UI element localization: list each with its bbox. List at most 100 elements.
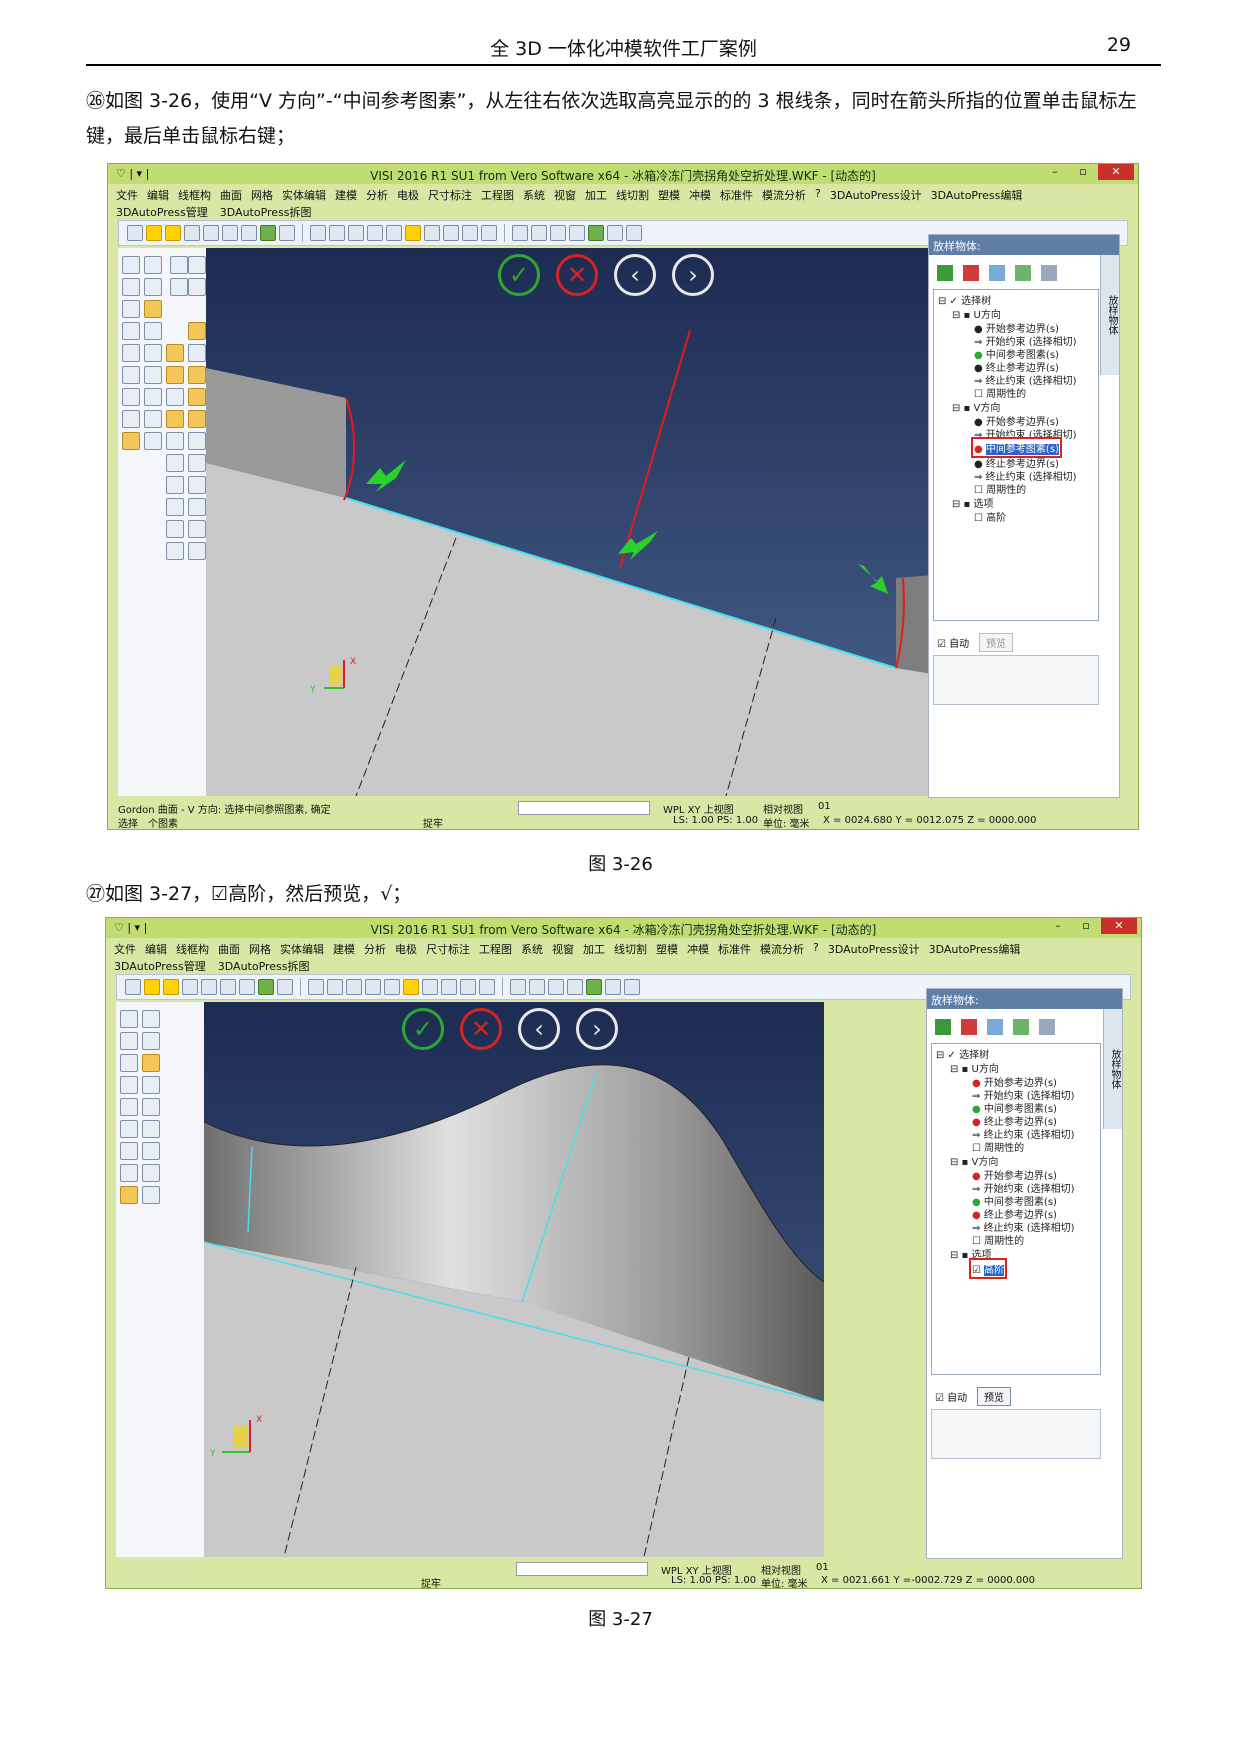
transform-icon[interactable]	[142, 1032, 160, 1050]
menu-item[interactable]: 网格	[251, 187, 273, 203]
menu-item[interactable]: 系统	[523, 187, 545, 203]
plane-icon[interactable]	[142, 1098, 160, 1116]
minimize-icon[interactable]: –	[1042, 164, 1068, 180]
tree-item[interactable]: ☐ 周期性的	[974, 385, 1026, 400]
mould-tool-icon[interactable]	[529, 979, 545, 995]
mesh-icon[interactable]	[188, 476, 206, 494]
rotate-icon[interactable]	[142, 1076, 160, 1094]
menu-item[interactable]: 线框构	[178, 187, 211, 203]
cancel-button[interactable]: ✕	[556, 254, 598, 296]
check-icon[interactable]	[144, 300, 162, 318]
menu-item[interactable]: 编辑	[147, 187, 169, 203]
erase-icon[interactable]	[142, 1010, 160, 1028]
window-icon[interactable]	[279, 225, 295, 241]
cylinder-view-icon[interactable]	[367, 225, 383, 241]
menu-item[interactable]: 电极	[395, 941, 417, 957]
mould-tool-icon[interactable]	[550, 225, 566, 241]
tree-v-direction[interactable]: ⊟ ▪ V方向	[952, 399, 1000, 414]
menu-item[interactable]: 冲模	[689, 187, 711, 203]
mould-tool-icon[interactable]	[624, 979, 640, 995]
back-button[interactable]: ‹	[518, 1008, 560, 1050]
cancel-button[interactable]: ✕	[460, 1008, 502, 1050]
menu-item[interactable]: 模流分析	[760, 941, 804, 957]
mould-tool-icon[interactable]	[586, 979, 602, 995]
cycle-icon[interactable]	[122, 366, 140, 384]
refresh-view-icon[interactable]	[308, 979, 324, 995]
options-icon[interactable]	[1039, 1019, 1055, 1035]
back-button[interactable]: ‹	[614, 254, 656, 296]
menu-item[interactable]: 冲模	[687, 941, 709, 957]
auto-checkbox[interactable]: ☑ 自动	[937, 635, 969, 650]
select-icon[interactable]	[120, 1054, 138, 1072]
menu-item[interactable]: 尺寸标注	[426, 941, 470, 957]
menu-item[interactable]: 3DAutoPress设计	[830, 187, 922, 203]
select-icon[interactable]	[122, 300, 140, 318]
unfold-icon[interactable]	[166, 542, 184, 560]
menu-item[interactable]: 线框构	[176, 941, 209, 957]
tree-options[interactable]: ⊟ ▪ 选项	[950, 1246, 992, 1261]
plot-icon[interactable]	[222, 225, 238, 241]
highlight-icon[interactable]	[144, 432, 162, 450]
rotate-icon[interactable]	[144, 322, 162, 340]
circle-icon[interactable]	[166, 366, 184, 384]
tree-item[interactable]: ☐ 周期性的	[972, 1232, 1024, 1247]
export-icon[interactable]	[239, 979, 255, 995]
cylinder-view-icon[interactable]	[443, 225, 459, 241]
preview-button[interactable]: 预览	[977, 1387, 1011, 1406]
solid-icon[interactable]	[144, 366, 162, 384]
menu-item[interactable]: 塑模	[658, 187, 680, 203]
project-icon[interactable]	[166, 520, 184, 538]
cube-icon[interactable]	[188, 498, 206, 516]
extend-icon[interactable]	[188, 278, 206, 296]
menu-item[interactable]: 模流分析	[762, 187, 806, 203]
ok-icon[interactable]	[937, 265, 953, 281]
menu-item[interactable]: 视窗	[554, 187, 576, 203]
close-icon[interactable]: ✕	[1098, 164, 1134, 180]
cylinder-view-icon[interactable]	[327, 979, 343, 995]
command-input[interactable]	[518, 801, 650, 815]
cylinder-view-icon[interactable]	[441, 979, 457, 995]
tree-option-high-order[interactable]: ☐ 高阶	[974, 509, 1006, 524]
minimize-icon[interactable]: –	[1045, 918, 1071, 934]
save-icon[interactable]	[184, 225, 200, 241]
flange-icon[interactable]	[188, 542, 206, 560]
menu-item[interactable]: 标准件	[718, 941, 751, 957]
erase-icon[interactable]	[144, 256, 162, 274]
trim-icon[interactable]	[170, 256, 188, 274]
mould-tool-icon[interactable]	[510, 979, 526, 995]
menu-item[interactable]: 文件	[116, 187, 138, 203]
solid-icon[interactable]	[142, 1120, 160, 1138]
save-icon[interactable]	[182, 979, 198, 995]
3d-viewport[interactable]: Y X ✓ ✕ ‹ ›	[206, 248, 1021, 796]
box-view-icon[interactable]	[481, 225, 497, 241]
cylinder-view-icon[interactable]	[365, 979, 381, 995]
forward-button[interactable]: ›	[576, 1008, 618, 1050]
cylinder-view-icon[interactable]	[422, 979, 438, 995]
globe-icon[interactable]	[260, 225, 276, 241]
menu-item[interactable]: 加工	[583, 941, 605, 957]
apply-icon[interactable]	[1013, 1019, 1029, 1035]
restore-icon[interactable]: ▫	[1073, 918, 1099, 934]
transform-icon[interactable]	[144, 278, 162, 296]
menu-item[interactable]: 编辑	[145, 941, 167, 957]
auto-checkbox[interactable]: ☑ 自动	[935, 1389, 967, 1404]
break-icon[interactable]	[188, 256, 206, 274]
active-shading-icon[interactable]	[405, 225, 421, 241]
cancel-icon[interactable]	[961, 1019, 977, 1035]
mould-tool-icon[interactable]	[588, 225, 604, 241]
dimension-icon[interactable]	[142, 1142, 160, 1160]
offset-icon[interactable]	[170, 278, 188, 296]
tree-u-direction[interactable]: ⊟ ▪ U方向	[950, 1060, 999, 1075]
menu-item[interactable]: 系统	[521, 941, 543, 957]
menu-item[interactable]: 电极	[397, 187, 419, 203]
box-view-icon[interactable]	[479, 979, 495, 995]
tree-root[interactable]: ⊟ ✓ 选择树	[938, 292, 991, 307]
menu-item[interactable]: 视窗	[552, 941, 574, 957]
menu-item[interactable]: 实体编辑	[282, 187, 326, 203]
grid-icon[interactable]	[120, 1032, 138, 1050]
spline-icon[interactable]	[188, 388, 206, 406]
menu-item[interactable]: 网格	[249, 941, 271, 957]
arc-icon[interactable]	[188, 366, 206, 384]
tree-item[interactable]: ☐ 周期性的	[974, 481, 1026, 496]
point-icon[interactable]	[166, 388, 184, 406]
